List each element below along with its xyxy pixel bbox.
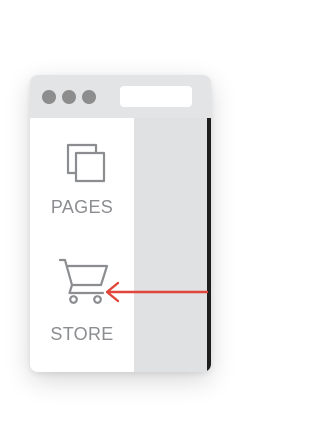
- window-control-dot[interactable]: [62, 90, 76, 104]
- browser-window: PAGES STORE: [30, 75, 211, 372]
- sidebar-item-label: PAGES: [50, 197, 114, 217]
- window-control-dot[interactable]: [42, 90, 56, 104]
- sidebar-item-label: STORE: [50, 324, 114, 344]
- address-bar[interactable]: [120, 86, 192, 107]
- content-edge: [207, 118, 211, 372]
- window-control-dot[interactable]: [82, 90, 96, 104]
- pointer-arrow-icon: [105, 281, 209, 303]
- pages-icon: [56, 134, 112, 190]
- window-titlebar: [30, 75, 211, 118]
- sidebar-item-pages[interactable]: PAGES: [30, 134, 134, 224]
- sidebar: PAGES STORE: [30, 118, 134, 372]
- content-area: [134, 118, 207, 372]
